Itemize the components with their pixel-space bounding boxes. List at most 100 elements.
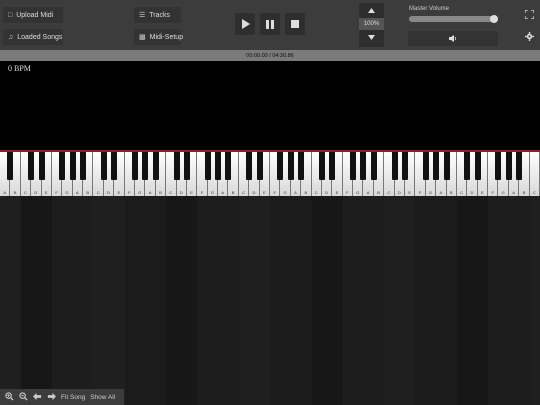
key-label: C	[532, 190, 536, 195]
piano-black-key[interactable]	[298, 152, 305, 180]
zoom-in-button[interactable]	[5, 391, 14, 403]
midi-setup-label: Midi-Setup	[149, 33, 184, 41]
piano-black-key[interactable]	[225, 152, 232, 180]
piano-black-key[interactable]	[28, 152, 35, 180]
tracks-label: Tracks	[149, 11, 171, 19]
piano-black-key[interactable]	[422, 152, 429, 180]
fullscreen-button[interactable]	[521, 6, 537, 22]
octave-sublane	[342, 196, 385, 405]
key-label: C	[460, 190, 464, 195]
zoom-out-button[interactable]	[19, 391, 28, 403]
key-label: E	[335, 190, 339, 195]
key-label: G	[501, 190, 505, 195]
loaded-songs-label: Loaded Songs	[17, 33, 63, 41]
piano-black-key[interactable]	[277, 152, 284, 180]
scroll-right-button[interactable]	[47, 392, 56, 403]
loaded-songs-button[interactable]: ♫ Loaded Songs	[3, 29, 63, 45]
master-volume-slider[interactable]	[409, 15, 499, 23]
piano-black-key[interactable]	[183, 152, 190, 180]
piano-black-key[interactable]	[391, 152, 398, 180]
gear-icon	[524, 31, 534, 41]
piano-black-key[interactable]	[131, 152, 138, 180]
piano-black-key[interactable]	[329, 152, 336, 180]
octave-sublane	[270, 196, 312, 405]
key-label: F	[273, 190, 276, 195]
fit-song-button[interactable]: Fit Song	[61, 394, 85, 401]
speed-up-button[interactable]	[359, 3, 384, 18]
piano-black-key[interactable]	[287, 152, 294, 180]
octave-sublane	[124, 196, 167, 405]
piano-black-key[interactable]	[7, 152, 14, 180]
piano-black-key[interactable]	[505, 152, 512, 180]
stop-button[interactable]	[285, 13, 305, 35]
piano-black-key[interactable]	[350, 152, 357, 180]
key-label: B	[377, 190, 380, 195]
key-label: F	[128, 190, 131, 195]
key-label: F	[346, 190, 349, 195]
scroll-left-button[interactable]	[33, 392, 42, 403]
key-label: D	[179, 190, 183, 195]
mute-button[interactable]	[408, 31, 498, 46]
key-label: D	[107, 190, 110, 195]
piano-black-key[interactable]	[100, 152, 107, 180]
octave-sublane	[415, 196, 457, 405]
piano-black-key[interactable]	[80, 152, 87, 180]
key-label: G	[65, 190, 69, 195]
piano-black-key[interactable]	[443, 152, 450, 180]
play-icon	[241, 19, 250, 29]
piano-black-key[interactable]	[256, 152, 263, 180]
piano-black-key[interactable]	[433, 152, 440, 180]
bottom-zoom-bar: Fit Song Show All	[0, 389, 124, 405]
key-label: C	[169, 190, 173, 195]
piano-black-key[interactable]	[401, 152, 408, 180]
piano-white-key[interactable]: C	[529, 152, 540, 196]
speed-down-button[interactable]	[359, 30, 384, 45]
key-label: A	[148, 190, 152, 195]
key-label: C	[24, 190, 27, 195]
note-lanes	[0, 196, 540, 405]
octave-sublane	[488, 196, 530, 405]
piano-black-key[interactable]	[111, 152, 118, 180]
key-label: E	[262, 190, 266, 195]
bpm-readout: 0 BPM	[8, 64, 31, 73]
speed-value: 100%	[359, 18, 384, 30]
progress-timebar[interactable]: 00:00.00 / 04:30.86	[0, 50, 540, 61]
piano-black-key[interactable]	[69, 152, 76, 180]
key-label: B	[304, 190, 308, 195]
piano-black-key[interactable]	[173, 152, 180, 180]
key-label: G	[138, 190, 142, 195]
master-volume-knob[interactable]	[490, 15, 499, 23]
upload-midi-button[interactable]: □ Upload Midi	[3, 7, 63, 23]
piano-black-key[interactable]	[318, 152, 325, 180]
piano-black-key[interactable]	[516, 152, 523, 180]
piano-black-key[interactable]	[495, 152, 502, 180]
arrow-right-icon	[47, 392, 56, 400]
settings-button[interactable]	[521, 28, 537, 44]
piano-black-key[interactable]	[246, 152, 253, 180]
midi-setup-button[interactable]: ▩ Midi-Setup	[134, 29, 184, 45]
octave-sublane	[51, 196, 94, 405]
tracks-button[interactable]: ☰ Tracks	[134, 7, 181, 23]
piano-keyboard[interactable]: ABCDEFGABCDEFGABCDEFGABCDEFGABCDEFGABCDE…	[0, 152, 540, 196]
pause-icon	[266, 19, 274, 29]
piano-black-key[interactable]	[204, 152, 211, 180]
key-label: B	[13, 190, 17, 195]
key-label: E	[408, 190, 412, 195]
piano-black-key[interactable]	[59, 152, 66, 180]
pause-button[interactable]	[260, 13, 280, 35]
piano-black-key[interactable]	[38, 152, 45, 180]
octave-lane	[0, 196, 21, 405]
key-label: E	[190, 190, 193, 195]
list-icon: ☰	[139, 12, 146, 19]
piano-black-key[interactable]	[215, 152, 222, 180]
play-button[interactable]	[235, 13, 255, 35]
piano-black-key[interactable]	[360, 152, 367, 180]
piano-black-key[interactable]	[152, 152, 159, 180]
key-label: A	[3, 190, 7, 195]
music-note-icon: ♫	[8, 33, 14, 41]
piano-black-key[interactable]	[142, 152, 149, 180]
piano-black-key[interactable]	[464, 152, 471, 180]
piano-black-key[interactable]	[370, 152, 377, 180]
piano-black-key[interactable]	[474, 152, 481, 180]
show-all-button[interactable]: Show All	[90, 394, 115, 401]
